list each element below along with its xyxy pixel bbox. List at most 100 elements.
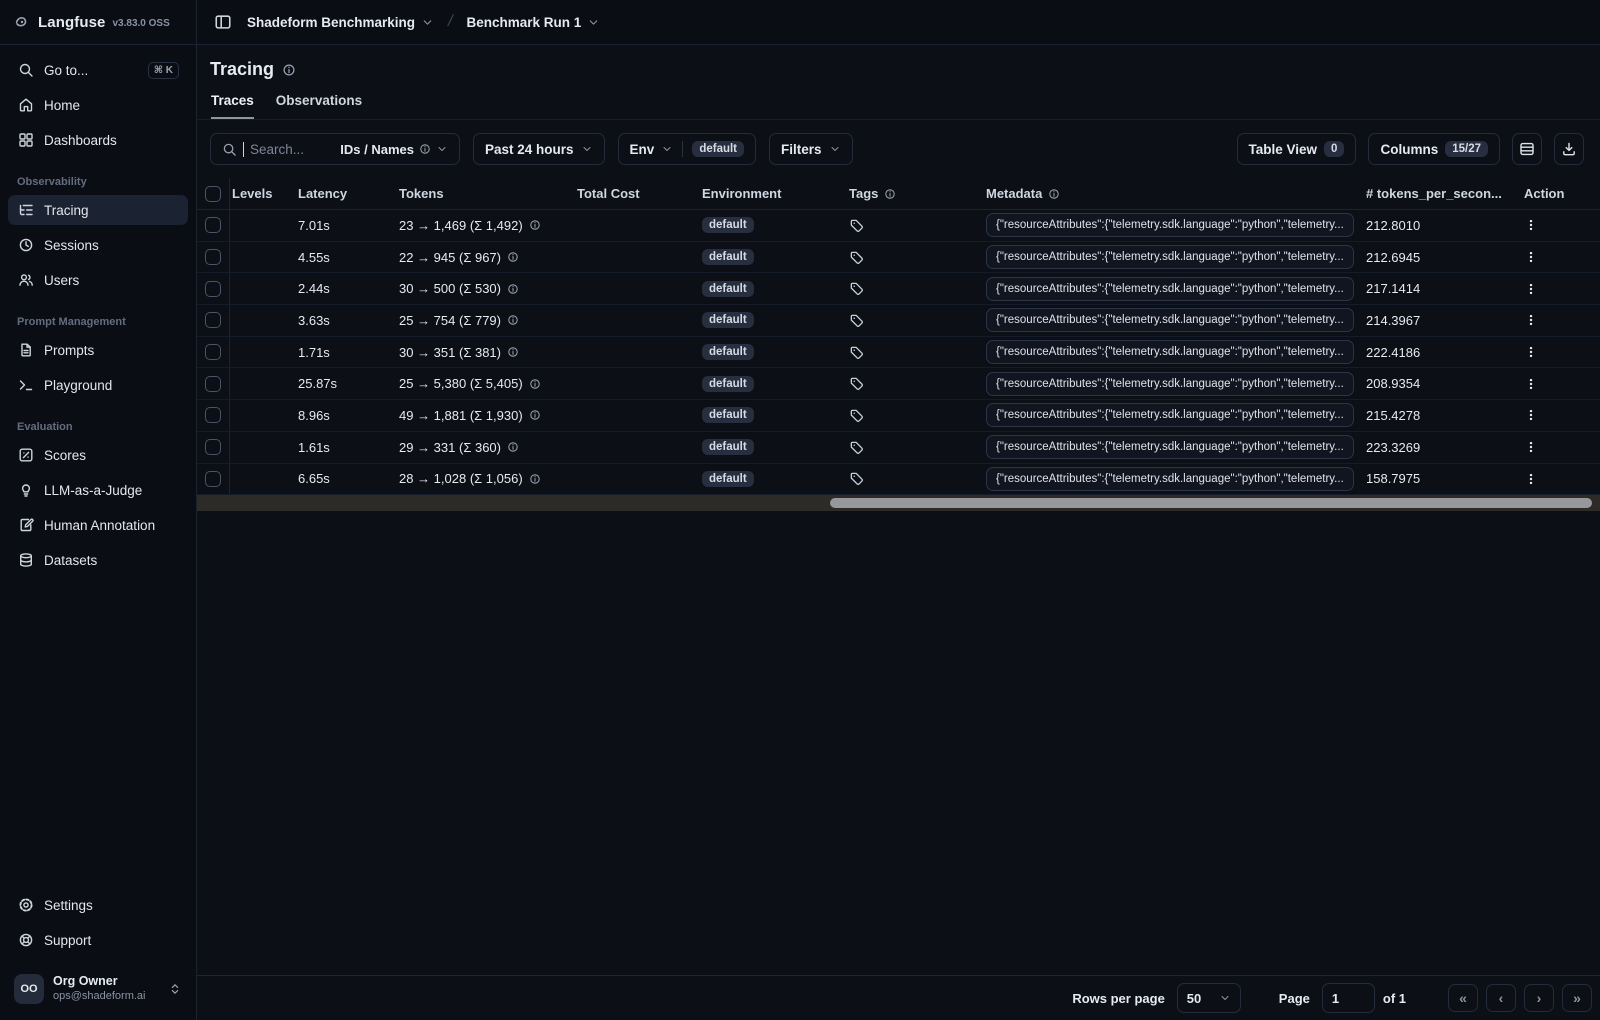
row-checkbox[interactable]	[205, 375, 221, 392]
row-actions-menu[interactable]	[1524, 217, 1538, 233]
table-row[interactable]: 4.55s 22 → 945 (Σ 967) default {"resourc…	[197, 241, 1600, 274]
table-row[interactable]: 2.44s 30 → 500 (Σ 530) default {"resourc…	[197, 273, 1600, 306]
table-row[interactable]: 8.96s 49 → 1,881 (Σ 1,930) default {"res…	[197, 400, 1600, 432]
metadata-pill[interactable]: {"resourceAttributes":{"telemetry.sdk.la…	[986, 403, 1354, 428]
row-checkbox[interactable]	[205, 249, 221, 266]
header-metadata[interactable]: Metadata	[978, 186, 1358, 201]
info-icon[interactable]	[529, 378, 541, 390]
sidebar-item-scores[interactable]: Scores	[8, 440, 188, 470]
download-button[interactable]	[1554, 133, 1584, 165]
info-icon[interactable]	[507, 441, 519, 453]
last-page-button[interactable]: »	[1562, 984, 1592, 1012]
row-checkbox[interactable]	[205, 217, 221, 234]
row-actions-menu[interactable]	[1524, 281, 1538, 297]
metadata-pill[interactable]: {"resourceAttributes":{"telemetry.sdk.la…	[986, 213, 1354, 238]
select-all-checkbox[interactable]	[205, 185, 221, 202]
rows-per-page-select[interactable]: 50	[1176, 983, 1241, 1013]
tag-icon[interactable]	[849, 345, 864, 360]
header-tags[interactable]: Tags	[841, 186, 978, 201]
header-total-cost[interactable]: Total Cost	[569, 186, 694, 201]
row-actions-menu[interactable]	[1524, 471, 1538, 487]
sidebar-item-prompts[interactable]: Prompts	[8, 335, 188, 365]
table-row[interactable]: 1.71s 30 → 351 (Σ 381) default {"resourc…	[197, 336, 1600, 369]
row-checkbox[interactable]	[205, 407, 221, 424]
sidebar-item-human-annotation[interactable]: Human Annotation	[8, 510, 188, 540]
scrollbar-thumb[interactable]	[830, 498, 1592, 509]
env-filter-button[interactable]: Env default	[617, 133, 757, 165]
tag-icon[interactable]	[849, 281, 864, 296]
info-icon[interactable]	[529, 219, 541, 231]
tab-traces[interactable]: Traces	[211, 93, 254, 119]
tab-observations[interactable]: Observations	[276, 93, 362, 119]
header-levels[interactable]: Levels	[230, 186, 294, 201]
user-menu[interactable]: OO Org Owner ops@shadeform.ai	[8, 968, 188, 1010]
breadcrumb-org[interactable]: Shadeform Benchmarking	[247, 15, 434, 30]
columns-button[interactable]: Columns 15/27	[1368, 133, 1500, 165]
row-checkbox[interactable]	[205, 470, 221, 487]
tag-icon[interactable]	[849, 408, 864, 423]
header-environment[interactable]: Environment	[694, 186, 841, 201]
row-height-button[interactable]	[1512, 133, 1542, 165]
metadata-pill[interactable]: {"resourceAttributes":{"telemetry.sdk.la…	[986, 466, 1354, 491]
sidebar-item-llm-as-a-judge[interactable]: LLM-as-a-Judge	[8, 475, 188, 505]
row-checkbox[interactable]	[205, 280, 221, 297]
tag-icon[interactable]	[849, 218, 864, 233]
tag-icon[interactable]	[849, 250, 864, 265]
header-latency[interactable]: Latency	[294, 186, 391, 201]
tag-icon[interactable]	[849, 376, 864, 391]
row-actions-menu[interactable]	[1524, 249, 1538, 265]
info-icon[interactable]	[507, 283, 519, 295]
table-row[interactable]: 6.65s 28 → 1,028 (Σ 1,056) default {"res…	[197, 463, 1600, 496]
sidebar-item-home[interactable]: Home	[8, 90, 188, 120]
metadata-pill[interactable]: {"resourceAttributes":{"telemetry.sdk.la…	[986, 371, 1354, 396]
sidebar-item-sessions[interactable]: Sessions	[8, 230, 188, 260]
first-page-button[interactable]: «	[1448, 984, 1478, 1012]
info-icon[interactable]	[529, 409, 541, 421]
info-icon[interactable]	[282, 63, 296, 77]
row-actions-menu[interactable]	[1524, 407, 1538, 423]
table-view-button[interactable]: Table View 0	[1236, 133, 1357, 165]
metadata-pill[interactable]: {"resourceAttributes":{"telemetry.sdk.la…	[986, 245, 1354, 270]
info-icon[interactable]	[507, 346, 519, 358]
next-page-button[interactable]: ›	[1524, 984, 1554, 1012]
goto-search[interactable]: Go to... ⌘ K	[8, 55, 188, 85]
table-row[interactable]: 1.61s 29 → 331 (Σ 360) default {"resourc…	[197, 431, 1600, 464]
tag-icon[interactable]	[849, 440, 864, 455]
info-icon[interactable]	[507, 251, 519, 263]
row-checkbox[interactable]	[205, 344, 221, 361]
time-range-button[interactable]: Past 24 hours	[473, 133, 605, 165]
sidebar-item-settings[interactable]: Settings	[8, 890, 188, 920]
info-icon[interactable]	[529, 473, 541, 485]
sidebar-toggle-button[interactable]	[209, 8, 237, 36]
table-row[interactable]: 3.63s 25 → 754 (Σ 779) default {"resourc…	[197, 305, 1600, 337]
filters-button[interactable]: Filters	[769, 133, 853, 165]
table-row[interactable]: 25.87s 25 → 5,380 (Σ 5,405) default {"re…	[197, 368, 1600, 401]
sidebar-item-support[interactable]: Support	[8, 925, 188, 955]
search-input[interactable]: Search... IDs / Names	[210, 133, 460, 165]
sidebar-item-dashboards[interactable]: Dashboards	[8, 125, 188, 155]
header-tokens[interactable]: Tokens	[391, 186, 569, 201]
sidebar-item-datasets[interactable]: Datasets	[8, 545, 188, 575]
row-actions-menu[interactable]	[1524, 312, 1538, 328]
sidebar-item-tracing[interactable]: Tracing	[8, 195, 188, 225]
tag-icon[interactable]	[849, 471, 864, 486]
metadata-pill[interactable]: {"resourceAttributes":{"telemetry.sdk.la…	[986, 276, 1354, 301]
sidebar-item-users[interactable]: Users	[8, 265, 188, 295]
sidebar-item-playground[interactable]: Playground	[8, 370, 188, 400]
row-checkbox[interactable]	[205, 312, 221, 329]
previous-page-button[interactable]: ‹	[1486, 984, 1516, 1012]
search-mode-dropdown[interactable]: IDs / Names	[340, 142, 448, 157]
row-actions-menu[interactable]	[1524, 376, 1538, 392]
tag-icon[interactable]	[849, 313, 864, 328]
info-icon[interactable]	[507, 314, 519, 326]
table-row[interactable]: 7.01s 23 → 1,469 (Σ 1,492) default {"res…	[197, 210, 1600, 242]
page-number-input[interactable]: 1	[1321, 983, 1375, 1013]
metadata-pill[interactable]: {"resourceAttributes":{"telemetry.sdk.la…	[986, 435, 1354, 460]
breadcrumb-project[interactable]: Benchmark Run 1	[467, 15, 601, 30]
row-actions-menu[interactable]	[1524, 344, 1538, 360]
row-checkbox[interactable]	[205, 439, 221, 456]
row-actions-menu[interactable]	[1524, 439, 1538, 455]
horizontal-scrollbar[interactable]	[197, 495, 1600, 512]
metadata-pill[interactable]: {"resourceAttributes":{"telemetry.sdk.la…	[986, 340, 1354, 365]
header-tokens-per-second[interactable]: # tokens_per_secon...	[1358, 186, 1510, 201]
